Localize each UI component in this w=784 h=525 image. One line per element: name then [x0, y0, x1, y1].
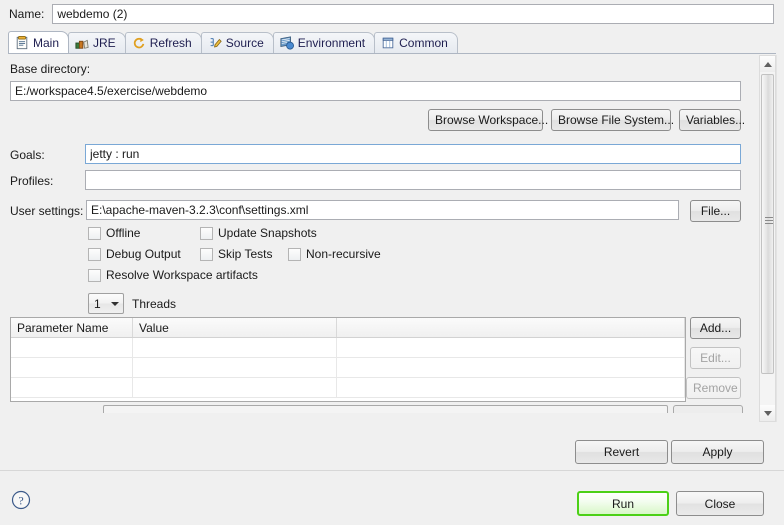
- configuration-name-label: Name:: [9, 7, 45, 21]
- environment-tab-icon: [280, 36, 294, 50]
- cell-parameter-name: [11, 338, 133, 357]
- configuration-name-row: Name:: [0, 0, 784, 28]
- revert-button[interactable]: Revert: [575, 440, 668, 464]
- tab-main[interactable]: Main: [8, 31, 70, 53]
- scroll-down-arrow-icon[interactable]: [760, 405, 775, 421]
- tab-refresh[interactable]: Refresh: [124, 32, 202, 53]
- refresh-tab-icon: [133, 37, 144, 49]
- apply-button[interactable]: Apply: [671, 440, 764, 464]
- non-recursive-checkbox-row[interactable]: Non-recursive: [288, 247, 381, 261]
- base-directory-input[interactable]: [10, 81, 741, 101]
- cell-extra: [337, 378, 685, 397]
- table-row[interactable]: [11, 358, 685, 378]
- user-settings-file-button[interactable]: File...: [690, 200, 741, 222]
- parameters-table[interactable]: Parameter Name Value: [10, 317, 686, 402]
- tab-jre[interactable]: JRE: [68, 32, 126, 53]
- scrollable-form-area: Base directory: Browse Workspace... Brow…: [0, 55, 751, 422]
- browse-file-system-button[interactable]: Browse File System...: [551, 109, 674, 131]
- debug-output-checkbox-label: Debug Output: [106, 247, 181, 261]
- goals-label: Goals:: [10, 148, 45, 162]
- content-vertical-scrollbar[interactable]: [759, 55, 776, 422]
- user-settings-input[interactable]: [86, 200, 679, 220]
- tab-bar: Main JRE Refresh Source Environment Comm…: [8, 31, 776, 54]
- help-icon[interactable]: ?: [11, 490, 31, 510]
- configuration-name-input[interactable]: [52, 4, 774, 24]
- update-snapshots-checkbox-label: Update Snapshots: [218, 226, 317, 240]
- resolve-workspace-artifacts-checkbox[interactable]: [88, 268, 101, 282]
- tab-source-label: Source: [225, 36, 264, 50]
- jre-tab-icon: [75, 39, 89, 49]
- scrollbar-thumb[interactable]: [761, 74, 774, 374]
- cell-value: [133, 338, 337, 357]
- table-row[interactable]: [11, 338, 685, 358]
- chevron-down-icon: [107, 301, 123, 306]
- threads-combo[interactable]: 1: [88, 293, 124, 314]
- skip-tests-checkbox-row[interactable]: Skip Tests: [200, 247, 272, 261]
- update-snapshots-checkbox-row[interactable]: Update Snapshots: [200, 226, 317, 240]
- threads-combo-value: 1: [94, 296, 101, 311]
- scroll-up-arrow-icon[interactable]: [760, 56, 775, 72]
- non-recursive-checkbox[interactable]: [288, 247, 301, 261]
- tab-source[interactable]: Source: [200, 32, 274, 53]
- table-row[interactable]: [11, 378, 685, 398]
- profiles-input[interactable]: [85, 170, 741, 190]
- threads-label: Threads: [132, 297, 177, 311]
- variables-button[interactable]: Variables...: [679, 109, 745, 131]
- scrollbar-grip-icon: [765, 217, 773, 224]
- column-header-value[interactable]: Value: [133, 318, 337, 337]
- source-tab-icon: [210, 38, 222, 48]
- dialog-outer-scroll-track[interactable]: [776, 55, 784, 422]
- tab-common[interactable]: Common: [374, 32, 458, 53]
- offline-checkbox[interactable]: [88, 226, 101, 240]
- goals-input[interactable]: [85, 144, 741, 164]
- skip-tests-checkbox[interactable]: [200, 247, 213, 261]
- tab-environment[interactable]: Environment: [272, 32, 376, 53]
- close-button[interactable]: Close: [676, 491, 764, 516]
- base-directory-label: Base directory:: [10, 62, 91, 76]
- tab-jre-label: JRE: [93, 36, 116, 50]
- add-parameter-button[interactable]: Add...: [690, 317, 741, 339]
- tab-environment-label: Environment: [297, 36, 366, 50]
- skip-tests-checkbox-label: Skip Tests: [218, 247, 273, 261]
- user-settings-label: User settings:: [10, 204, 84, 218]
- tab-common-label: Common: [399, 36, 448, 50]
- cell-extra: [337, 338, 685, 357]
- cell-value: [133, 378, 337, 397]
- debug-output-checkbox-row[interactable]: Debug Output: [88, 247, 181, 261]
- tab-refresh-label: Refresh: [149, 36, 192, 50]
- apply-button-bar: Revert Apply: [0, 428, 784, 468]
- offline-checkbox-label: Offline: [106, 226, 141, 240]
- common-tab-icon: [382, 37, 394, 49]
- svg-text:?: ?: [18, 494, 23, 508]
- remove-parameter-button: Remove: [686, 377, 741, 399]
- offline-checkbox-row[interactable]: Offline: [88, 226, 140, 240]
- clipped-next-row: [0, 405, 751, 413]
- resolve-workspace-artifacts-checkbox-label: Resolve Workspace artifacts: [106, 268, 258, 282]
- resolve-workspace-artifacts-checkbox-row[interactable]: Resolve Workspace artifacts: [88, 268, 258, 282]
- cell-parameter-name: [11, 378, 133, 397]
- column-header-parameter-name[interactable]: Parameter Name: [11, 318, 133, 337]
- main-tab-content: Base directory: Browse Workspace... Brow…: [0, 55, 784, 422]
- run-button[interactable]: Run: [577, 491, 669, 516]
- footer-divider: [0, 470, 784, 471]
- dialog-footer: Run Close: [0, 472, 784, 525]
- debug-output-checkbox[interactable]: [88, 247, 101, 261]
- parameters-table-header: Parameter Name Value: [11, 318, 685, 338]
- non-recursive-checkbox-label: Non-recursive: [306, 247, 381, 261]
- cell-parameter-name: [11, 358, 133, 377]
- edit-parameter-button: Edit...: [690, 347, 741, 369]
- main-tab-icon: [16, 35, 28, 49]
- tab-main-label: Main: [33, 35, 60, 50]
- update-snapshots-checkbox[interactable]: [200, 226, 213, 240]
- browse-workspace-button[interactable]: Browse Workspace...: [428, 109, 548, 131]
- maven-run-configuration-dialog: Name: Main JRE: [0, 0, 784, 525]
- column-header-extra[interactable]: [337, 318, 685, 337]
- cell-extra: [337, 358, 685, 377]
- profiles-label: Profiles:: [10, 174, 54, 188]
- cell-value: [133, 358, 337, 377]
